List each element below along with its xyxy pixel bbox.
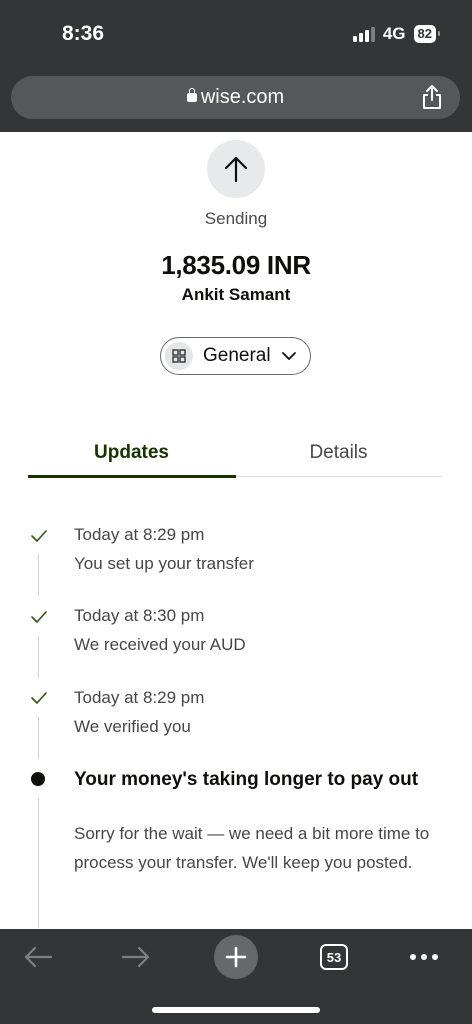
- check-icon: [31, 530, 47, 542]
- sending-arrow-badge: [207, 140, 265, 198]
- active-tab-indicator: [28, 475, 236, 478]
- delay-notice-body: Sorry for the wait — we need a bit more …: [74, 824, 430, 872]
- new-tab-button[interactable]: [213, 929, 259, 985]
- arrow-left-icon: [24, 946, 53, 968]
- category-selector[interactable]: General: [160, 337, 311, 375]
- tab-details[interactable]: Details: [235, 442, 442, 464]
- tab-updates[interactable]: Updates: [28, 442, 235, 464]
- lock-icon: [186, 88, 197, 102]
- browser-chrome: 8:36 4G 82 wise.com: [0, 0, 472, 132]
- event-text: We verified you: [74, 717, 191, 736]
- more-icon: [410, 954, 438, 960]
- status-time: 8:36: [62, 22, 105, 45]
- timeline-connector: [38, 636, 39, 678]
- plus-icon: [214, 935, 258, 979]
- signal-icon: [352, 26, 375, 42]
- timeline-connector: [38, 554, 39, 596]
- forward-button[interactable]: [116, 929, 156, 985]
- status-indicators: 4G 82: [352, 24, 441, 44]
- back-button[interactable]: [18, 929, 58, 985]
- current-status-dot: [31, 772, 45, 786]
- transfer-amount: 1,835.09 INR: [161, 250, 311, 280]
- check-icon: [31, 692, 47, 704]
- event-time: Today at 8:29 pm: [74, 688, 205, 707]
- share-icon[interactable]: [420, 84, 444, 110]
- arrow-up-icon: [224, 156, 248, 183]
- tab-bar: Updates Details: [28, 440, 442, 478]
- event-time: Today at 8:29 pm: [74, 525, 205, 544]
- timeline-connector: [38, 717, 39, 759]
- more-button[interactable]: [404, 929, 444, 985]
- battery-icon: 82: [413, 25, 441, 43]
- category-label: General: [203, 345, 271, 366]
- event-text: We received your AUD: [74, 635, 246, 654]
- timeline-connector: [38, 798, 39, 928]
- recipient-name: Ankit Samant: [181, 285, 291, 304]
- home-indicator: [152, 1007, 320, 1013]
- address-bar[interactable]: wise.com: [11, 76, 460, 119]
- transfer-status: Sending: [204, 209, 268, 228]
- grid-icon: [165, 342, 193, 370]
- check-icon: [31, 611, 47, 623]
- event-text: You set up your transfer: [74, 554, 254, 573]
- url-display[interactable]: wise.com: [11, 86, 460, 109]
- event-time: Today at 8:30 pm: [74, 606, 205, 625]
- chevron-down-icon: [281, 352, 296, 360]
- tabs-button[interactable]: 53: [316, 929, 352, 985]
- url-text: wise.com: [200, 86, 285, 108]
- network-type: 4G: [382, 24, 406, 43]
- delay-notice-title: Your money's taking longer to pay out: [74, 769, 419, 790]
- tab-count: 53: [320, 944, 348, 970]
- arrow-right-icon: [121, 946, 150, 968]
